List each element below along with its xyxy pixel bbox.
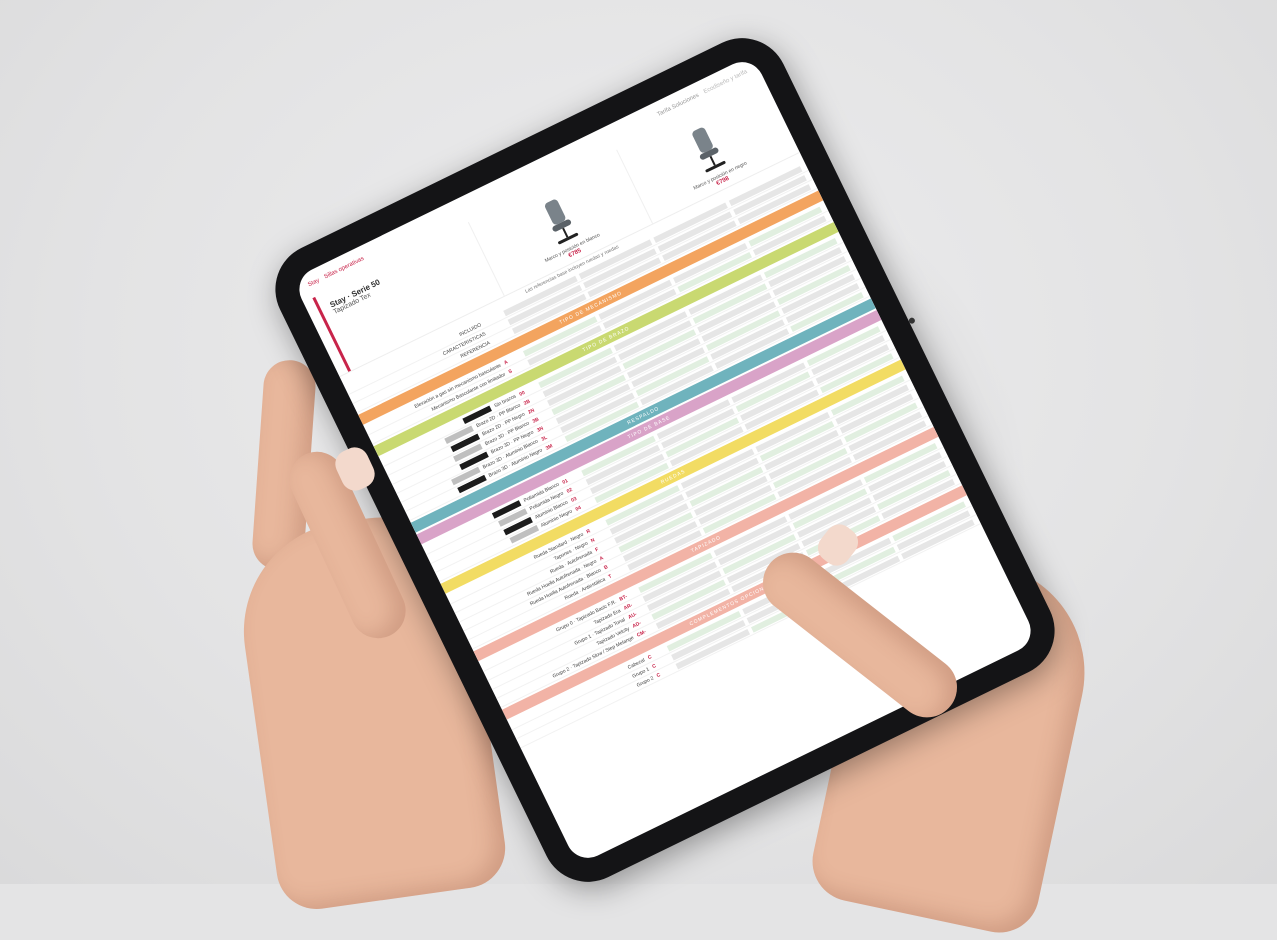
chair-icon [686, 124, 730, 177]
chair-icon [538, 196, 582, 249]
brand-link[interactable]: Stay [307, 278, 320, 289]
